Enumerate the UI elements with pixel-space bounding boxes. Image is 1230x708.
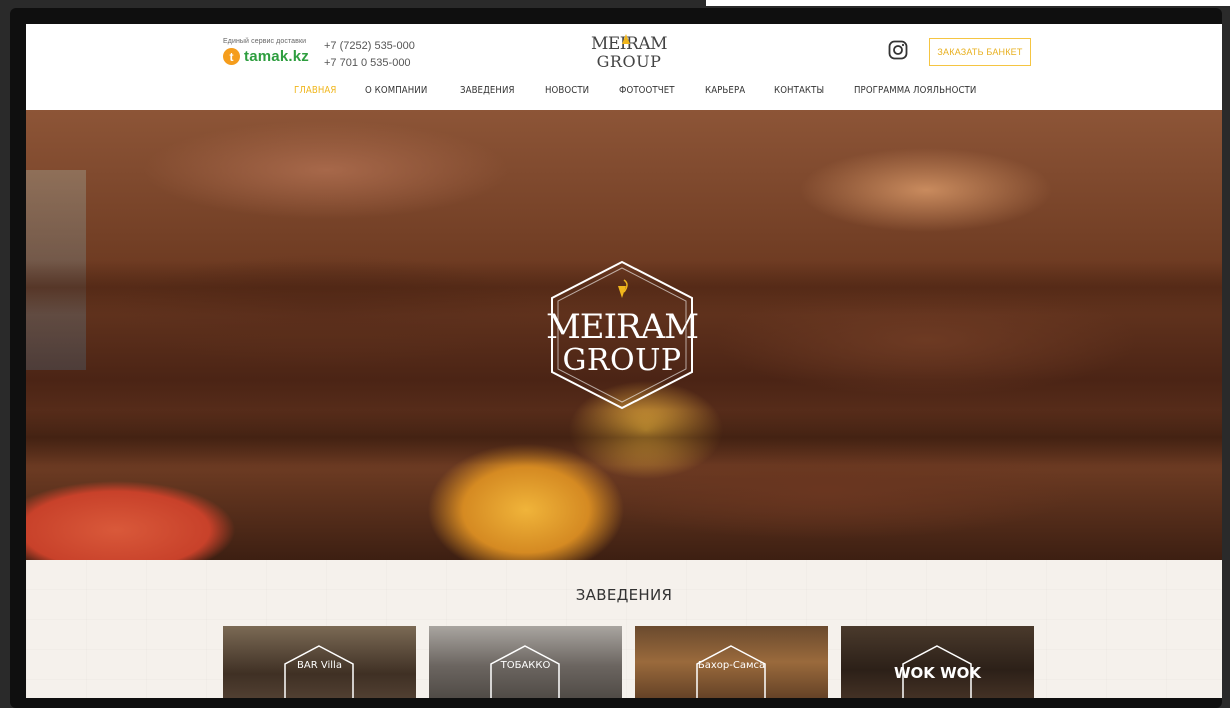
venue-label: WOK WOK bbox=[893, 664, 982, 682]
header-logo[interactable]: MEIRAM GROUP bbox=[589, 34, 669, 74]
site-header: Единый сервис доставки t tamak.kz +7 (72… bbox=[26, 24, 1222, 110]
nav-item-contacts[interactable]: КОНТАКТЫ bbox=[774, 85, 824, 101]
main-nav: ГЛАВНАЯ О КОМПАНИИ ЗАВЕДЕНИЯ НОВОСТИ ФОТ… bbox=[294, 85, 1019, 101]
venue-card-bar-villa[interactable]: BAR Villa bbox=[223, 626, 416, 698]
venue-label: Бахор-Самса bbox=[697, 660, 766, 671]
nav-item-home[interactable]: ГЛАВНАЯ bbox=[294, 85, 336, 101]
venue-card-wok-wok[interactable]: WOK WOK bbox=[841, 626, 1034, 698]
venue-badge-icon bbox=[284, 645, 354, 698]
logo-flame-icon bbox=[622, 34, 630, 44]
logo-line2: GROUP bbox=[596, 52, 662, 71]
venue-badge-icon bbox=[490, 645, 560, 698]
nav-item-about[interactable]: О КОМПАНИИ bbox=[365, 85, 427, 101]
hero-skewer-shadow-2 bbox=[26, 410, 1222, 465]
nav-item-career[interactable]: КАРЬЕРА bbox=[705, 85, 745, 101]
top-white-strip bbox=[706, 0, 1230, 6]
tamak-brand: tamak.kz bbox=[244, 48, 309, 65]
nav-item-news[interactable]: НОВОСТИ bbox=[545, 85, 589, 101]
tamak-logo[interactable]: t tamak.kz bbox=[223, 48, 309, 65]
nav-item-photo-report[interactable]: ФОТООТЧЕТ bbox=[619, 85, 675, 101]
delivery-caption: Единый сервис доставки bbox=[223, 38, 307, 45]
hero-logo-line2: GROUP bbox=[562, 343, 682, 378]
venue-label: ТОБАККО bbox=[500, 660, 551, 671]
tamak-badge-icon: t bbox=[223, 48, 240, 65]
hero-banner: MEIRAM GROUP bbox=[26, 110, 1222, 560]
venues-section: ЗАВЕДЕНИЯ BAR Villa ТОБАККО Бахор-Самса bbox=[26, 560, 1222, 698]
phone-2[interactable]: +7 701 0 535-000 bbox=[324, 55, 415, 72]
venue-card-tobacco[interactable]: ТОБАККО bbox=[429, 626, 622, 698]
order-banquet-button[interactable]: ЗАКАЗАТЬ БАНКЕТ bbox=[929, 38, 1031, 66]
phone-1[interactable]: +7 (7252) 535-000 bbox=[324, 38, 415, 55]
hero-logo-line1: MEIRAM bbox=[545, 307, 699, 347]
web-page: Единый сервис доставки t tamak.kz +7 (72… bbox=[26, 24, 1222, 698]
delivery-service[interactable]: Единый сервис доставки t tamak.kz bbox=[223, 38, 309, 65]
nav-item-venues[interactable]: ЗАВЕДЕНИЯ bbox=[460, 85, 515, 101]
nav-item-loyalty-program[interactable]: ПРОГРАММА ЛОЯЛЬНОСТИ bbox=[854, 85, 976, 101]
venue-label: BAR Villa bbox=[297, 660, 342, 671]
section-title: ЗАВЕДЕНИЯ bbox=[575, 586, 673, 604]
instagram-icon[interactable] bbox=[888, 40, 908, 60]
phone-numbers: +7 (7252) 535-000 +7 701 0 535-000 bbox=[324, 38, 415, 72]
hero-logo: MEIRAM GROUP bbox=[542, 258, 702, 412]
venue-card-bahor-samsa[interactable]: Бахор-Самса bbox=[635, 626, 828, 698]
venue-cards: BAR Villa ТОБАККО Бахор-Самса WOK WOK bbox=[223, 626, 1034, 698]
hero-logo-text: MEIRAM GROUP bbox=[542, 310, 702, 378]
venue-badge-icon bbox=[696, 645, 766, 698]
